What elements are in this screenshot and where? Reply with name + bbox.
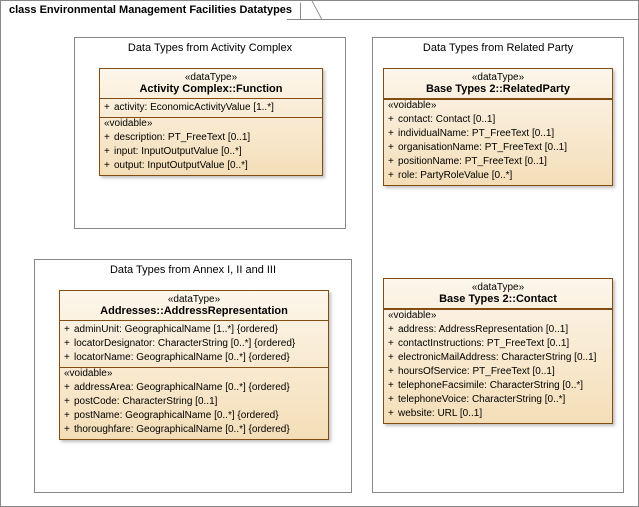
stereotype: «dataType»	[388, 72, 608, 83]
datatype-name: Activity Complex::Function	[104, 83, 318, 95]
attr: +activity: EconomicActivityValue [1..*]	[104, 101, 318, 115]
frame-title: class Environmental Management Facilitie…	[9, 4, 292, 16]
attr: +telephoneVoice: CharacterString [0..*]	[388, 393, 608, 407]
section-sep: «voidable» +address: AddressRepresentati…	[384, 309, 612, 423]
attr-section: +contact: Contact [0..1] +individualName…	[384, 111, 612, 185]
attr: +positionName: PT_FreeText [0..1]	[388, 155, 608, 169]
frame-top-line	[287, 19, 638, 20]
section-label: «voidable»	[60, 368, 328, 379]
attr: +thoroughfare: GeographicalName [0..*] {…	[64, 423, 324, 437]
datatype-header: «dataType» Activity Complex::Function	[100, 69, 322, 99]
attr-section: +adminUnit: GeographicalName [1..*] {ord…	[60, 321, 328, 367]
attr: +contactInstructions: PT_FreeText [0..1]	[388, 337, 608, 351]
region-title: Data Types from Annex I, II and III	[35, 264, 351, 276]
section-label: «voidable»	[384, 100, 612, 111]
diagram-frame: class Environmental Management Facilitie…	[0, 0, 639, 507]
region-related-party: Data Types from Related Party «dataType»…	[372, 37, 624, 493]
region-annex: Data Types from Annex I, II and III «dat…	[34, 259, 352, 493]
frame-title-tab: class Environmental Management Facilitie…	[0, 0, 301, 19]
section-sep: «voidable» +description: PT_FreeText [0.…	[100, 117, 322, 175]
datatype-function: «dataType» Activity Complex::Function +a…	[99, 68, 323, 176]
attr: +address: AddressRepresentation [0..1]	[388, 323, 608, 337]
attr: +adminUnit: GeographicalName [1..*] {ord…	[64, 323, 324, 337]
datatype-header: «dataType» Base Types 2::RelatedParty	[384, 69, 612, 99]
datatype-header: «dataType» Base Types 2::Contact	[384, 279, 612, 309]
datatype-name: Base Types 2::RelatedParty	[388, 83, 608, 95]
attr: +postCode: CharacterString [0..1]	[64, 395, 324, 409]
region-title: Data Types from Activity Complex	[75, 42, 345, 54]
attr: +postName: GeographicalName [0..*] {orde…	[64, 409, 324, 423]
datatype-relatedparty: «dataType» Base Types 2::RelatedParty «v…	[383, 68, 613, 186]
attr: +contact: Contact [0..1]	[388, 113, 608, 127]
attr: +input: InputOutputValue [0..*]	[104, 145, 318, 159]
section-sep: «voidable» +contact: Contact [0..1] +ind…	[384, 99, 612, 185]
datatype-header: «dataType» Addresses::AddressRepresentat…	[60, 291, 328, 321]
attr-section: +description: PT_FreeText [0..1] +input:…	[100, 129, 322, 175]
attr: +output: InputOutputValue [0..*]	[104, 159, 318, 173]
attr-section: +addressArea: GeographicalName [0..*] {o…	[60, 379, 328, 439]
datatype-name: Base Types 2::Contact	[388, 293, 608, 305]
attr: +individualName: PT_FreeText [0..1]	[388, 127, 608, 141]
attr-section: +activity: EconomicActivityValue [1..*]	[100, 99, 322, 117]
stereotype: «dataType»	[104, 72, 318, 83]
attr: +organisationName: PT_FreeText [0..1]	[388, 141, 608, 155]
attr: +addressArea: GeographicalName [0..*] {o…	[64, 381, 324, 395]
datatype-contact: «dataType» Base Types 2::Contact «voidab…	[383, 278, 613, 424]
stereotype: «dataType»	[64, 294, 324, 305]
section-label: «voidable»	[100, 118, 322, 129]
attr: +role: PartyRoleValue [0..*]	[388, 169, 608, 183]
stereotype: «dataType»	[388, 282, 608, 293]
attr: +description: PT_FreeText [0..1]	[104, 131, 318, 145]
attr: +locatorName: GeographicalName [0..*] {o…	[64, 351, 324, 365]
section-sep: «voidable» +addressArea: GeographicalNam…	[60, 367, 328, 439]
attr-section: +address: AddressRepresentation [0..1] +…	[384, 321, 612, 423]
region-activity-complex: Data Types from Activity Complex «dataTy…	[74, 37, 346, 229]
section-label: «voidable»	[384, 310, 612, 321]
datatype-addressrepresentation: «dataType» Addresses::AddressRepresentat…	[59, 290, 329, 440]
attr: +website: URL [0..1]	[388, 407, 608, 421]
attr: +telephoneFacsimile: CharacterString [0.…	[388, 379, 608, 393]
datatype-name: Addresses::AddressRepresentation	[64, 305, 324, 317]
attr: +hoursOfService: PT_FreeText [0..1]	[388, 365, 608, 379]
attr: +locatorDesignator: CharacterString [0..…	[64, 337, 324, 351]
attr: +electronicMailAddress: CharacterString …	[388, 351, 608, 365]
region-title: Data Types from Related Party	[373, 42, 623, 54]
